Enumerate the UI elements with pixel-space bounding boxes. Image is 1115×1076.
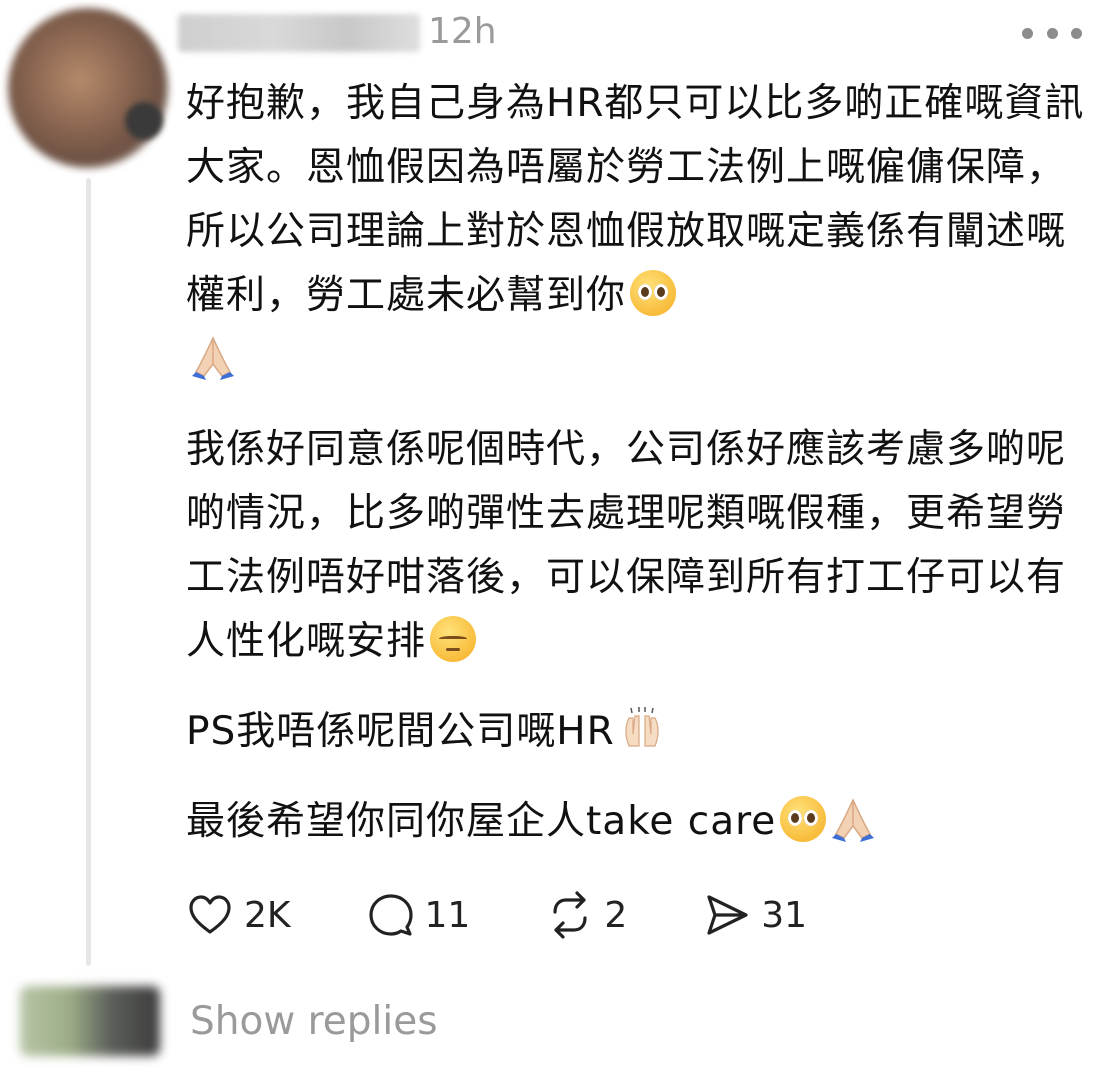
more-options-icon[interactable] <box>1022 24 1082 42</box>
raising-hands-emoji-icon <box>619 706 665 752</box>
author-avatar[interactable] <box>8 8 168 168</box>
post-paragraph-2: 我係好同意係呢個時代，公司係好應該考慮多啲呢啲情況，比多啲彈性去處理呢類嘅假種，… <box>186 418 1091 674</box>
repost-count: 2 <box>604 894 628 936</box>
comment-count: 11 <box>424 894 471 936</box>
post-paragraph-4-text: 最後希望你同你屋企人take care <box>186 799 777 844</box>
repost-icon <box>553 891 587 939</box>
post-paragraph-2-text: 我係好同意係呢個時代，公司係好應該考慮多啲呢啲情況，比多啲彈性去處理呢類嘅假種，… <box>186 427 1067 664</box>
pleading-face-emoji-icon <box>780 796 827 842</box>
thread-line <box>86 178 91 966</box>
author-username-blurred[interactable] <box>178 14 420 52</box>
comment-button[interactable]: 11 <box>367 891 471 939</box>
heart-icon <box>189 895 231 934</box>
comment-bubble-icon <box>368 894 413 936</box>
show-replies-link[interactable]: Show replies <box>190 994 438 1050</box>
post-paragraph-4: 最後希望你同你屋企人take care <box>186 790 1091 854</box>
share-count: 31 <box>761 894 808 936</box>
pleading-face-emoji-icon <box>630 270 677 316</box>
repost-button[interactable]: 2 <box>546 891 627 939</box>
post-paragraph-3-text: PS我唔係呢間公司嘅HR <box>186 709 615 754</box>
like-count: 2K <box>244 894 291 936</box>
pensive-face-emoji-icon <box>430 616 477 662</box>
avatar-badge <box>125 102 163 140</box>
post-body: 好抱歉，我自己身為HR都只可以比多啲正確嘅資訊大家。恩恤假因為唔屬於勞工法例上嘅… <box>186 72 1091 880</box>
send-icon <box>707 895 748 935</box>
like-button[interactable]: 2K <box>186 891 291 939</box>
post-actions: 2K 11 2 31 <box>186 890 883 940</box>
post-paragraph-3: PS我唔係呢間公司嘅HR <box>186 700 1091 764</box>
folded-hands-emoji-icon <box>190 334 236 380</box>
post-timestamp: 12h <box>428 11 497 52</box>
reply-avatars[interactable] <box>20 986 160 1056</box>
post-paragraph-1: 好抱歉，我自己身為HR都只可以比多啲正確嘅資訊大家。恩恤假因為唔屬於勞工法例上嘅… <box>186 72 1091 392</box>
folded-hands-emoji-icon <box>830 796 876 842</box>
share-button[interactable]: 31 <box>703 891 807 939</box>
